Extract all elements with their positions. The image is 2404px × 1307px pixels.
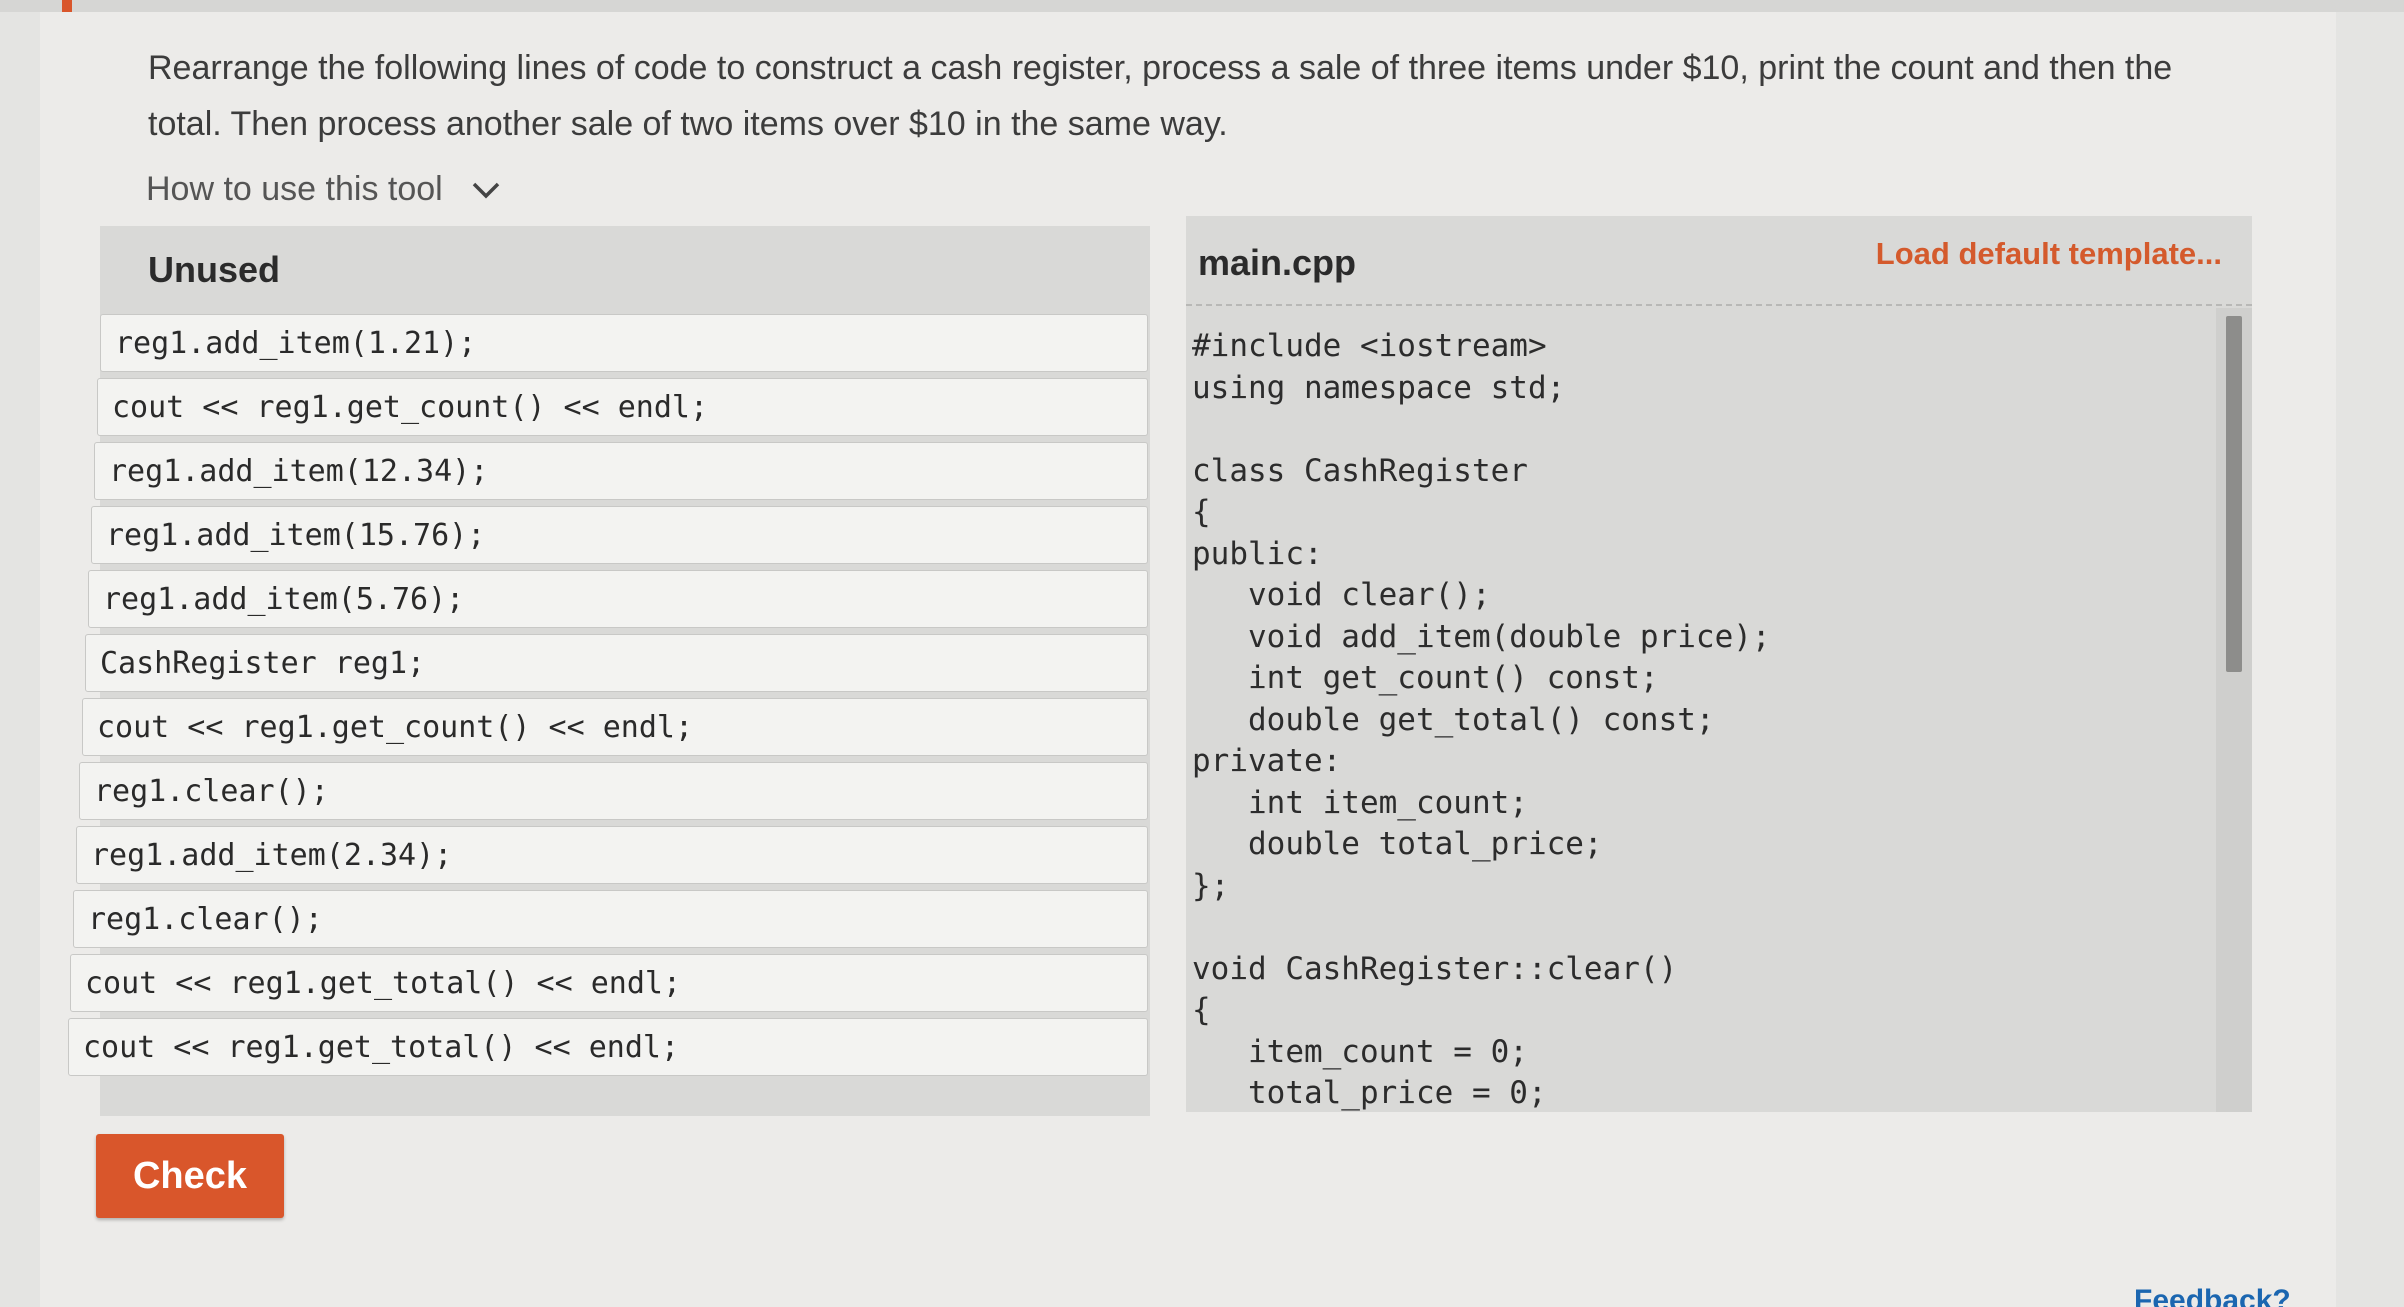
load-template-link[interactable]: Load default template... — [1876, 236, 2222, 272]
code-line: class CashRegister — [1192, 452, 1528, 489]
unused-code-line[interactable]: reg1.clear(); — [79, 762, 1148, 820]
instructions-text: Rearrange the following lines of code to… — [148, 49, 2173, 143]
check-button[interactable]: Check — [96, 1134, 284, 1218]
feedback-link[interactable]: Feedback? — [2134, 1284, 2291, 1307]
code-line: }; — [1192, 867, 1230, 904]
code-line: void add_item(double price); — [1192, 618, 1771, 655]
unused-code-line[interactable]: reg1.add_item(12.34); — [94, 442, 1148, 500]
code-line: int get_count() const; — [1192, 660, 1659, 696]
code-line: #include <iostream> — [1192, 328, 1547, 364]
code-line: using namespace std; — [1192, 369, 1566, 406]
code-content: #include <iostream> using namespace std; c… — [1186, 308, 2216, 1112]
code-line: void clear(); — [1192, 577, 1491, 613]
code-line: total_price = 0; — [1192, 1075, 1547, 1111]
editor-scrollbar[interactable] — [2216, 308, 2252, 1112]
code-line: { — [1192, 494, 1211, 530]
code-line: public: — [1192, 535, 1323, 572]
how-to-use-toggle[interactable]: How to use this tool — [146, 170, 501, 209]
unused-code-line[interactable]: cout << reg1.get_total() << endl; — [70, 954, 1148, 1012]
code-line: item_count = 0; — [1192, 1033, 1528, 1070]
unused-code-line[interactable]: reg1.add_item(5.76); — [88, 570, 1148, 628]
code-line: double get_total() const; — [1192, 701, 1715, 738]
top-accent — [62, 0, 72, 12]
code-line: private: — [1192, 743, 1342, 779]
top-bar — [0, 0, 2404, 12]
unused-code-line[interactable]: cout << reg1.get_count() << endl; — [82, 698, 1148, 756]
unused-code-line[interactable]: reg1.add_item(1.21); — [100, 314, 1148, 372]
code-line: void CashRegister::clear() — [1192, 950, 1678, 987]
code-editor[interactable]: #include <iostream> using namespace std; c… — [1186, 308, 2216, 1112]
unused-panel: Unused reg1.add_item(1.21);cout << reg1.… — [68, 226, 1150, 1116]
unused-code-line[interactable]: reg1.add_item(15.76); — [91, 506, 1148, 564]
code-line: int item_count; — [1192, 784, 1528, 821]
unused-code-line[interactable]: reg1.clear(); — [73, 890, 1148, 948]
unused-code-line[interactable]: CashRegister reg1; — [85, 634, 1148, 692]
editor-header: main.cpp Load default template... — [1186, 216, 2252, 306]
unused-list: reg1.add_item(1.21);cout << reg1.get_cou… — [68, 314, 1150, 1076]
code-line: double total_price; — [1192, 826, 1603, 862]
editor-filename: main.cpp — [1198, 242, 1357, 283]
chevron-down-icon — [472, 182, 499, 198]
unused-title: Unused — [148, 249, 281, 290]
unused-code-line[interactable]: cout << reg1.get_total() << endl; — [68, 1018, 1148, 1076]
unused-code-line[interactable]: cout << reg1.get_count() << endl; — [97, 378, 1148, 436]
code-line: { — [1192, 992, 1211, 1028]
how-to-use-label: How to use this tool — [146, 170, 443, 208]
unused-code-line[interactable]: reg1.add_item(2.34); — [76, 826, 1148, 884]
scrollbar-thumb[interactable] — [2226, 316, 2242, 672]
editor-panel: main.cpp Load default template... #inclu… — [1186, 216, 2252, 1112]
